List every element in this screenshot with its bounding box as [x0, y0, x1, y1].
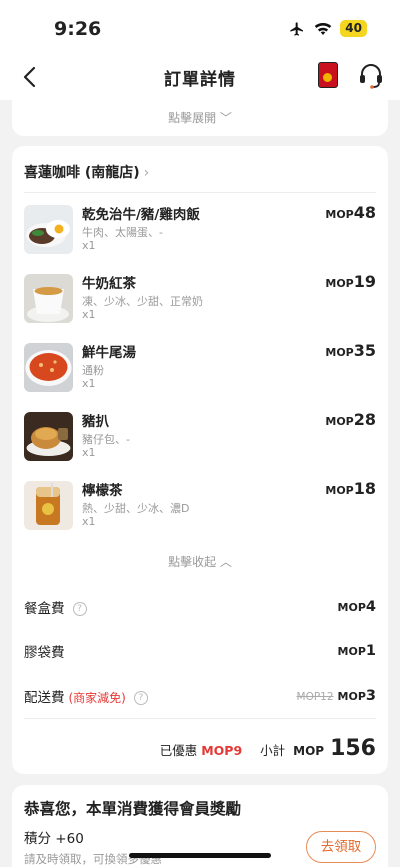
item-name: 乾免治牛/豬/雞肉飯 — [82, 207, 200, 223]
status-bar: 9:26 40 — [0, 0, 400, 56]
discount-amount: MOP9 — [201, 743, 243, 758]
reward-points: 積分 +60 — [24, 831, 84, 847]
item-options: 通粉 — [82, 364, 104, 377]
item-price: MOP19 — [325, 272, 376, 291]
red-packet-icon[interactable] — [318, 62, 338, 88]
fee-label: 膠袋費 — [24, 645, 65, 661]
merchant-discount-tag: (商家減免) — [68, 691, 126, 705]
soup-image — [24, 343, 73, 392]
fee-price: MOP4 — [338, 596, 376, 615]
currency: MOP — [337, 601, 366, 614]
item-quantity: x1 — [82, 515, 96, 528]
original-fee: MOP12 — [296, 691, 334, 703]
item-name: 鮮牛尾湯 — [82, 345, 136, 361]
divider — [24, 718, 376, 719]
customer-service-icon[interactable] — [358, 62, 384, 90]
fee-price: MOP12 MOP3 — [297, 685, 376, 704]
item-name: 檸檬茶 — [82, 483, 123, 499]
reward-title: 恭喜您，本單消費獲得會員獎勵 — [24, 800, 242, 818]
currency: MOP — [325, 415, 354, 428]
expand-button[interactable]: 點擊展開 ﹀ — [12, 109, 388, 126]
subtotal-amount: 156 — [330, 736, 376, 761]
store-name: 喜蓮咖啡 (南龍店) — [24, 165, 140, 181]
fee-amount: 1 — [365, 643, 376, 659]
order-item: 鮮牛尾湯 通粉 x1 MOP35 — [24, 341, 376, 403]
item-price: MOP35 — [325, 341, 376, 360]
claim-button[interactable]: 去領取 — [306, 831, 376, 863]
order-items-card: 喜蓮咖啡 (南龍店) › 乾免治牛/豬/雞肉飯 牛肉、太陽蛋、- x1 MOP48… — [12, 146, 388, 774]
pork-chop-bun-image — [24, 412, 73, 461]
currency: MOP — [325, 277, 354, 290]
home-indicator — [129, 853, 271, 858]
food-image — [24, 205, 73, 254]
collapse-label: 點擊收起 — [168, 555, 217, 569]
fee-row-box: 餐盒費? MOP4 — [24, 597, 376, 619]
lemon-tea-image — [24, 481, 73, 530]
item-name: 豬扒 — [82, 414, 109, 430]
drink-image — [24, 274, 73, 323]
item-quantity: x1 — [82, 377, 96, 390]
help-icon[interactable]: ? — [133, 691, 148, 705]
expand-label: 點擊展開 — [168, 111, 217, 125]
wifi-icon — [315, 22, 332, 35]
item-price: MOP48 — [325, 203, 376, 222]
airplane-icon — [290, 21, 304, 36]
order-info-card: 點擊展開 ﹀ — [12, 100, 388, 136]
page-title: 訂單詳情 — [164, 70, 236, 90]
item-price: MOP18 — [325, 479, 376, 498]
item-price-amount: 28 — [353, 410, 376, 429]
fee-label: 餐盒費 — [24, 601, 65, 617]
subtotal-label: 小計 — [260, 743, 286, 758]
item-price-amount: 35 — [353, 341, 376, 360]
order-item: 牛奶紅茶 凍、少冰、少甜、正常奶 x1 MOP19 — [24, 272, 376, 334]
chevron-up-icon: ︿ — [216, 555, 232, 569]
help-icon[interactable]: ? — [72, 602, 87, 616]
item-options: 豬仔包、- — [82, 433, 130, 446]
item-options: 凍、少冰、少甜、正常奶 — [82, 295, 203, 308]
item-price: MOP28 — [325, 410, 376, 429]
order-summary: 已優惠 MOP9 小計 MOP 156 — [160, 736, 376, 761]
item-price-amount: 19 — [353, 272, 376, 291]
fee-price: MOP1 — [338, 640, 376, 659]
fee-label: 配送費 — [24, 690, 65, 706]
chevron-down-icon: ﹀ — [216, 111, 232, 125]
currency: MOP — [325, 484, 354, 497]
item-quantity: x1 — [82, 446, 96, 459]
item-options: 牛肉、太陽蛋、- — [82, 226, 163, 239]
fee-amount: 3 — [365, 688, 376, 704]
order-item: 檸檬茶 熱、少甜、少冰、濃D x1 MOP18 — [24, 479, 376, 541]
nav-bar: 訂單詳情 — [0, 56, 400, 100]
subtotal-currency: MOP — [293, 744, 325, 758]
currency: MOP — [325, 208, 354, 221]
battery-indicator: 40 — [340, 20, 367, 37]
item-price-amount: 48 — [353, 203, 376, 222]
item-name: 牛奶紅茶 — [82, 276, 136, 292]
item-quantity: x1 — [82, 239, 96, 252]
currency: MOP — [337, 645, 366, 658]
discount-label: 已優惠 — [159, 743, 198, 758]
item-price-amount: 18 — [353, 479, 376, 498]
currency: MOP — [325, 346, 354, 359]
chevron-right-icon: › — [143, 165, 150, 181]
collapse-button[interactable]: 點擊收起 ︿ — [12, 553, 388, 570]
fee-row-delivery: 配送費 (商家減免)? MOP12 MOP3 — [24, 686, 376, 708]
order-item: 乾免治牛/豬/雞肉飯 牛肉、太陽蛋、- x1 MOP48 — [24, 203, 376, 265]
item-options: 熱、少甜、少冰、濃D — [82, 502, 190, 515]
item-quantity: x1 — [82, 308, 96, 321]
status-icons: 40 — [288, 20, 367, 37]
fee-row-bag: 膠袋費 MOP1 — [24, 641, 376, 663]
store-link[interactable]: 喜蓮咖啡 (南龍店) › — [24, 162, 149, 182]
currency: MOP — [337, 690, 366, 703]
order-item: 豬扒 豬仔包、- x1 MOP28 — [24, 410, 376, 472]
fee-amount: 4 — [365, 599, 376, 615]
divider — [24, 192, 376, 193]
status-time: 9:26 — [54, 18, 102, 40]
